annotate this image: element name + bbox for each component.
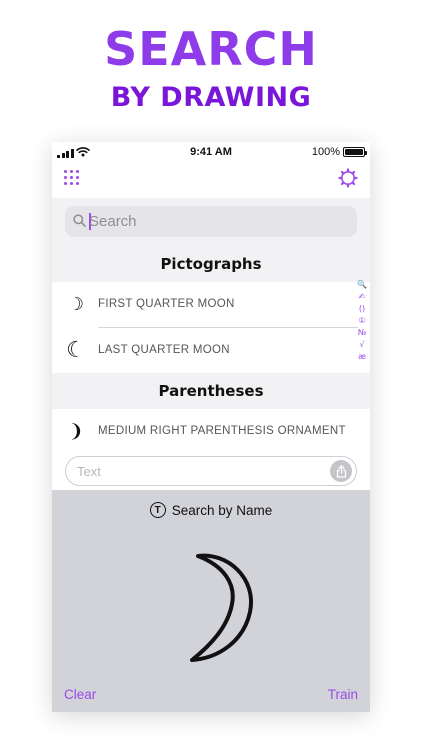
section-index-bar[interactable]: 🔍 ✍ () ① № √ æ bbox=[357, 279, 367, 362]
status-bar: 9:41 AM 100% bbox=[52, 142, 370, 164]
share-icon bbox=[336, 464, 346, 478]
nav-bar bbox=[52, 164, 370, 198]
train-button[interactable]: Train bbox=[328, 687, 358, 702]
character-name: MEDIUM RIGHT PARENTHESIS ORNAMENT bbox=[98, 425, 346, 437]
pad-title-label: Search by Name bbox=[171, 502, 273, 518]
list-item[interactable]: ❩ MEDIUM RIGHT PARENTHESIS ORNAMENT bbox=[52, 409, 370, 454]
character-glyph: ☽ bbox=[67, 294, 85, 315]
text-input[interactable] bbox=[77, 457, 317, 485]
section-header-parentheses: Parentheses bbox=[52, 373, 370, 409]
character-name: FIRST QUARTER MOON bbox=[98, 298, 235, 310]
list-item[interactable]: ☽ FIRST QUARTER MOON bbox=[52, 282, 370, 327]
share-button[interactable] bbox=[330, 460, 352, 482]
text-field[interactable] bbox=[65, 456, 357, 486]
grid-menu-icon[interactable] bbox=[64, 170, 79, 185]
clear-button[interactable]: Clear bbox=[64, 687, 96, 702]
index-parentheses-icon[interactable]: () bbox=[359, 303, 365, 314]
gear-icon[interactable] bbox=[338, 168, 358, 188]
text-field-area bbox=[52, 452, 370, 490]
index-handwriting-icon[interactable]: ✍ bbox=[359, 291, 366, 302]
text-t-icon: T bbox=[149, 502, 166, 518]
drawing-pad[interactable]: T Search by Name Clear Train bbox=[52, 490, 370, 712]
phone-screen: 9:41 AM 100% Search Pictographs ☽ FIRST … bbox=[52, 142, 370, 712]
list-item[interactable]: ☾ LAST QUARTER MOON bbox=[52, 328, 370, 373]
character-name: LAST QUARTER MOON bbox=[98, 344, 230, 356]
search-by-name-button[interactable]: T Search by Name bbox=[52, 502, 370, 518]
search-bar[interactable] bbox=[65, 206, 357, 237]
hand-drawn-moon-sketch bbox=[190, 553, 254, 662]
search-input[interactable] bbox=[89, 206, 349, 237]
index-latin-icon[interactable]: æ bbox=[358, 351, 366, 362]
character-glyph: ❩ bbox=[68, 421, 84, 442]
index-numero-icon[interactable]: № bbox=[358, 327, 366, 338]
character-glyph: ☾ bbox=[66, 338, 86, 363]
battery-percent: 100% bbox=[311, 146, 340, 158]
hero-subtitle: BY DRAWING bbox=[110, 82, 312, 113]
index-math-icon[interactable]: √ bbox=[359, 339, 364, 350]
battery-icon bbox=[343, 147, 367, 157]
index-enclosed-numeral-icon[interactable]: ① bbox=[358, 315, 365, 326]
search-area bbox=[52, 198, 370, 246]
search-icon bbox=[73, 214, 86, 227]
hero-title: SEARCH bbox=[104, 22, 318, 76]
index-search-icon[interactable]: 🔍 bbox=[357, 279, 367, 290]
section-header-pictographs: Pictographs bbox=[52, 246, 370, 282]
